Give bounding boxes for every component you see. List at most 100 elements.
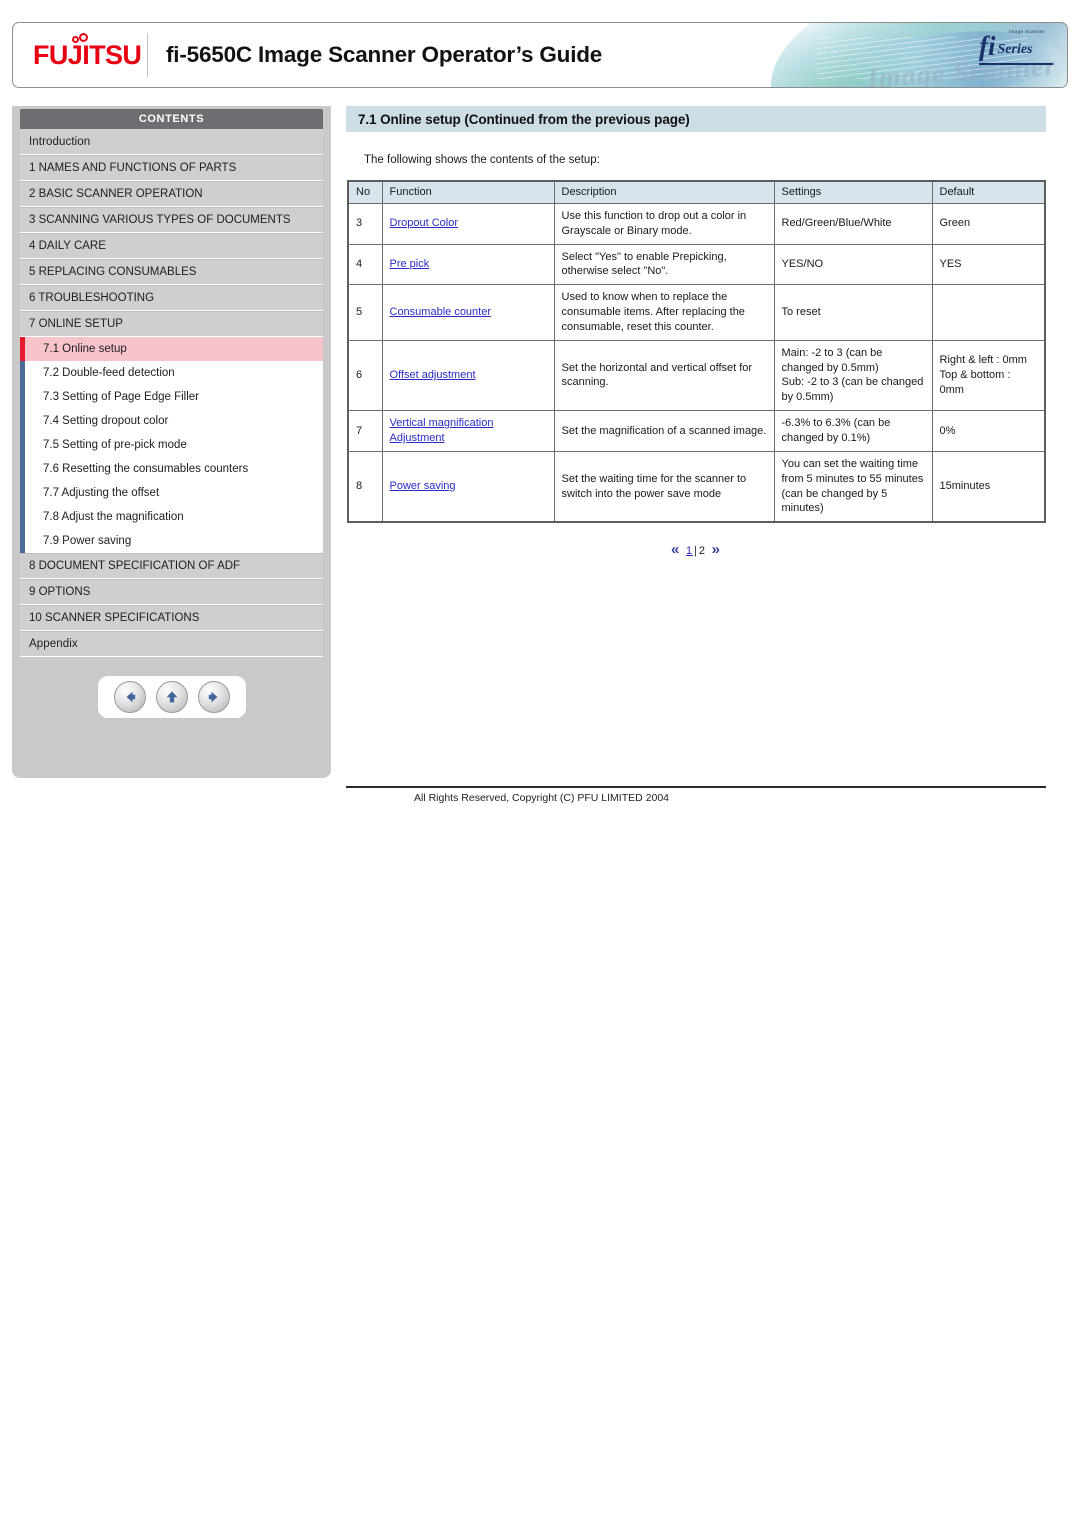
back-arrow-button[interactable]	[113, 681, 146, 713]
right-arrow-icon	[208, 691, 217, 703]
sidebar-subitem-7-3-page-edge-filler[interactable]: 7.3 Setting of Page Edge Filler	[20, 385, 323, 409]
cell-no: 6	[347, 339, 383, 412]
sidebar-item-basic-scanner-operation[interactable]: 2 BASIC SCANNER OPERATION	[20, 181, 323, 207]
contents-heading: CONTENTS	[20, 109, 323, 129]
sidebar-item-document-specification-of-adf[interactable]: 8 DOCUMENT SPECIFICATION OF ADF	[20, 553, 323, 579]
cell-no: 4	[347, 243, 383, 286]
footer-copyright: All Rights Reserved, Copyright (C) PFU L…	[414, 792, 669, 804]
function-link[interactable]: Pre pick	[390, 258, 430, 270]
up-arrow-icon	[166, 691, 177, 703]
cell-description: Used to know when to replace the consuma…	[553, 284, 775, 341]
cell-function: Vertical magnification Adjustment	[381, 410, 555, 452]
sidebar-item-options[interactable]: 9 OPTIONS	[20, 579, 323, 605]
sidebar-subitem-7-5-pre-pick-mode[interactable]: 7.5 Setting of pre-pick mode	[20, 433, 323, 457]
cell-default: YES	[931, 243, 1046, 286]
function-link[interactable]: Offset adjustment	[390, 369, 476, 381]
pagination-separator: |	[694, 545, 698, 558]
table-row: 4 Pre pick Select "Yes" to enable Prepicki…	[347, 243, 1046, 286]
cell-default: Right & left : 0mm Top & bottom : 0mm	[931, 339, 1046, 412]
sidebar-item-replacing-consumables[interactable]: 5 REPLACING CONSUMABLES	[20, 259, 323, 285]
sidebar-subitem-7-1-online-setup[interactable]: 7.1 Online setup	[20, 337, 323, 361]
fujitsu-infinity-icon	[72, 32, 92, 44]
function-link[interactable]: Consumable counter	[390, 306, 492, 318]
pagination-next-button[interactable]: »	[712, 541, 721, 558]
artwork-image-scanner-text: Image Scanner	[866, 50, 1058, 87]
sidebar: CONTENTS Introduction 1 NAMES AND FUNCTI…	[12, 106, 331, 778]
series-word: Series	[997, 42, 1033, 57]
column-header-settings: Settings	[773, 180, 933, 204]
cell-function: Power saving	[381, 450, 555, 523]
navigation-button-group	[97, 676, 246, 718]
cell-description: Set the magnification of a scanned image…	[553, 410, 775, 452]
cell-description: Set the waiting time for the scanner to …	[553, 450, 775, 523]
pagination-page-1[interactable]: 1	[686, 545, 693, 557]
header-artwork: Image Scanner Image Scanner fi Series	[697, 23, 1067, 87]
forward-arrow-button[interactable]	[197, 681, 230, 713]
cell-no: 5	[347, 284, 383, 341]
column-header-function: Function	[381, 180, 555, 204]
pagination-page-2[interactable]: 2	[699, 545, 706, 557]
setup-table: No Function Description Settings Default…	[347, 180, 1046, 524]
page-root: FUJITSU fi-5650C Image Scanner Operator’…	[0, 0, 1080, 1528]
left-arrow-icon	[126, 691, 135, 703]
table-header-row: No Function Description Settings Default	[347, 180, 1046, 204]
function-link[interactable]: Vertical magnification Adjustment	[390, 417, 494, 444]
cell-function: Consumable counter	[381, 284, 555, 341]
cell-no: 8	[347, 450, 383, 523]
fi-series-logo: Image Scanner fi Series	[979, 29, 1053, 65]
column-header-no: No	[347, 180, 383, 204]
cell-no: 7	[347, 410, 383, 452]
sidebar-subitem-7-6-resetting-consumables-counters[interactable]: 7.6 Resetting the consumables counters	[20, 457, 323, 481]
setup-table-body: 3 Dropout Color Use this function to drop …	[347, 202, 1046, 523]
fujitsu-wordmark: FUJITSU	[33, 39, 142, 70]
fujitsu-logo: FUJITSU	[33, 32, 142, 69]
table-row: 7 Vertical magnification Adjustment Set th…	[347, 410, 1046, 452]
cell-settings: To reset	[773, 284, 933, 341]
sidebar-subitem-7-2-double-feed-detection[interactable]: 7.2 Double-feed detection	[20, 361, 323, 385]
cell-function: Pre pick	[381, 243, 555, 286]
cell-settings: You can set the waiting time from 5 minu…	[773, 450, 933, 523]
fi-series-underline	[979, 63, 1053, 65]
sidebar-item-troubleshooting[interactable]: 6 TROUBLESHOOTING	[20, 285, 323, 311]
cell-default: 15minutes	[931, 450, 1046, 523]
function-link[interactable]: Power saving	[390, 480, 456, 492]
sidebar-item-online-setup[interactable]: 7 ONLINE SETUP	[20, 311, 323, 337]
sidebar-subitem-7-8-adjust-the-magnification[interactable]: 7.8 Adjust the magnification	[20, 505, 323, 529]
cell-default	[931, 284, 1046, 341]
fi-mark: fi	[979, 31, 996, 61]
cell-no: 3	[347, 202, 383, 245]
sidebar-item-daily-care[interactable]: 4 DAILY CARE	[20, 233, 323, 259]
sidebar-nav-list: Introduction 1 NAMES AND FUNCTIONS OF PA…	[20, 129, 323, 657]
function-link[interactable]: Dropout Color	[390, 217, 458, 229]
fi-series-tiny-text: Image Scanner	[1009, 29, 1045, 34]
header-divider	[147, 33, 148, 77]
main-content: 7.1 Online setup (Continued from the pre…	[346, 106, 1046, 558]
header-banner: FUJITSU fi-5650C Image Scanner Operator’…	[12, 22, 1068, 88]
sidebar-item-scanner-specifications[interactable]: 10 SCANNER SPECIFICATIONS	[20, 605, 323, 631]
up-arrow-button[interactable]	[155, 681, 188, 713]
intro-paragraph: The following shows the contents of the …	[364, 154, 600, 166]
pagination: « 1|2 »	[346, 541, 1046, 558]
sidebar-sublist-online-setup: 7.1 Online setup 7.2 Double-feed detecti…	[20, 337, 323, 553]
sidebar-item-introduction[interactable]: Introduction	[20, 129, 323, 155]
cell-settings: -6.3% to 6.3% (can be changed by 0.1%)	[773, 410, 933, 452]
cell-settings: Red/Green/Blue/White	[773, 202, 933, 245]
sidebar-subitem-7-4-setting-dropout-color[interactable]: 7.4 Setting dropout color	[20, 409, 323, 433]
sidebar-item-names-and-functions[interactable]: 1 NAMES AND FUNCTIONS OF PARTS	[20, 155, 323, 181]
cell-default: Green	[931, 202, 1046, 245]
table-row: 6 Offset adjustment Set the horizontal and…	[347, 339, 1046, 412]
sidebar-subitem-7-7-adjusting-the-offset[interactable]: 7.7 Adjusting the offset	[20, 481, 323, 505]
section-title: 7.1 Online setup (Continued from the pre…	[346, 106, 1046, 132]
cell-function: Offset adjustment	[381, 339, 555, 412]
pagination-prev-button[interactable]: «	[671, 541, 680, 558]
sidebar-item-appendix[interactable]: Appendix	[20, 631, 323, 657]
artwork-swash-secondary-icon	[808, 23, 1064, 87]
artwork-streaks-icon	[817, 37, 1027, 79]
sidebar-item-scanning-various-types[interactable]: 3 SCANNING VARIOUS TYPES OF DOCUMENTS	[20, 207, 323, 233]
sidebar-subitem-7-9-power-saving[interactable]: 7.9 Power saving	[20, 529, 323, 553]
footer-divider	[346, 786, 1046, 788]
cell-description: Use this function to drop out a color in…	[553, 202, 775, 245]
table-row: 5 Consumable counter Used to know when to …	[347, 284, 1046, 341]
column-header-default: Default	[931, 180, 1046, 204]
cell-settings: YES/NO	[773, 243, 933, 286]
